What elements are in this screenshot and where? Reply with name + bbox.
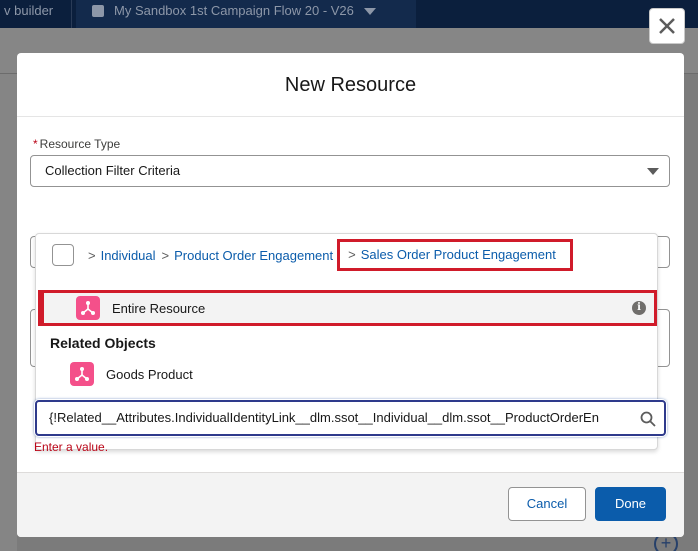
chevron-down-icon (647, 168, 659, 175)
breadcrumb-sales-order-product-engagement[interactable]: > Sales Order Product Engagement (337, 239, 573, 271)
left-panel (0, 74, 17, 551)
goods-product-option[interactable]: Goods Product (38, 357, 657, 391)
info-icon[interactable]: i (632, 301, 646, 315)
modal-title: New Resource (17, 53, 684, 117)
modal-body: * Resource Type Collection Filter Criteri… (17, 117, 684, 472)
back-checkbox[interactable] (52, 244, 74, 266)
chevron-down-icon[interactable] (363, 8, 376, 15)
entire-resource-label: Entire Resource (112, 300, 206, 316)
new-resource-modal: New Resource * Resource Type Collection F… (17, 53, 684, 537)
cancel-button[interactable]: Cancel (508, 487, 586, 521)
object-icon (76, 296, 100, 320)
resource-value-input[interactable]: {!Related__Attributes.IndividualIdentity… (35, 400, 666, 436)
required-marker: * (33, 137, 38, 151)
tab-campaign-flow-label: My Sandbox 1st Campaign Flow 20 - V26 (114, 3, 354, 18)
document-icon (92, 5, 104, 17)
resource-type-value: Collection Filter Criteria (45, 163, 181, 178)
breadcrumb-product-order-engagement[interactable]: Product Order Engagement (174, 248, 333, 263)
resource-type-select[interactable]: Collection Filter Criteria (30, 155, 670, 187)
related-objects-heading: Related Objects (50, 335, 156, 351)
breadcrumb: > Individual > Product Order Engagement … (36, 234, 657, 276)
close-icon (659, 18, 675, 34)
tab-campaign-flow[interactable]: My Sandbox 1st Campaign Flow 20 - V26 (76, 0, 416, 28)
resource-type-label: * Resource Type (33, 137, 121, 151)
search-icon (640, 411, 656, 427)
tab-builder[interactable]: v builder (0, 0, 72, 28)
resource-value-text: {!Related__Attributes.IndividualIdentity… (49, 410, 599, 425)
modal-footer: Cancel Done (17, 472, 684, 537)
object-icon (70, 362, 94, 386)
entire-resource-option[interactable]: Entire Resource i (38, 290, 657, 326)
breadcrumb-individual[interactable]: Individual (101, 248, 156, 263)
error-message: Enter a value. (34, 440, 109, 454)
done-button[interactable]: Done (595, 487, 666, 521)
goods-product-label: Goods Product (106, 366, 193, 382)
app-top-bar: v builder My Sandbox 1st Campaign Flow 2… (0, 0, 698, 28)
close-modal-button[interactable] (649, 8, 685, 44)
